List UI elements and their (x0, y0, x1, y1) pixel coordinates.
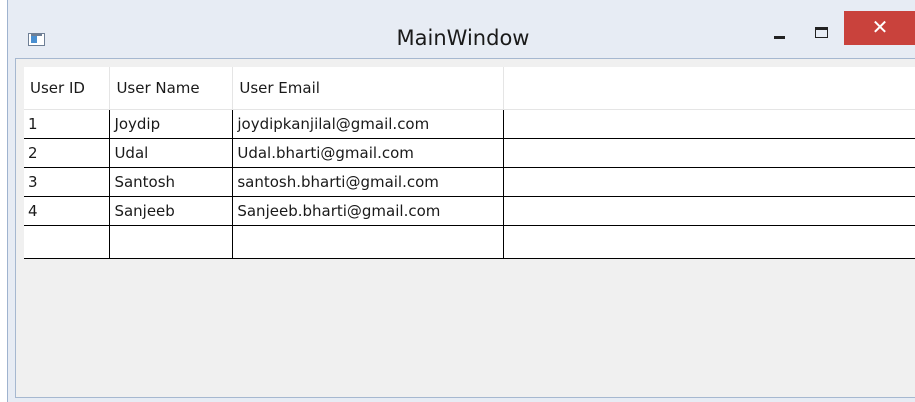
new-item-row[interactable] (24, 224, 915, 259)
grid-header-row: User ID User Name User Email (24, 67, 915, 110)
window-content: User ID User Name User Email 1 Joydip jo… (15, 58, 915, 398)
cell-user-email[interactable] (232, 224, 505, 259)
cell-filler (503, 224, 915, 259)
cell-user-email[interactable]: santosh.bharti@gmail.com (232, 166, 505, 197)
close-button[interactable]: ✕ (844, 11, 915, 45)
minimize-button[interactable] (768, 22, 798, 50)
cell-user-id[interactable]: 4 (24, 195, 111, 226)
column-header-user-email[interactable]: User Email (232, 67, 505, 110)
window-app-icon[interactable] (28, 33, 45, 46)
cell-user-name[interactable]: Sanjeeb (109, 195, 234, 226)
column-header-user-id[interactable]: User ID (24, 67, 111, 110)
window-title: MainWindow (396, 26, 530, 50)
main-window: MainWindow ✕ User ID User Name User Emai… (7, 0, 915, 402)
cell-user-name[interactable]: Udal (109, 137, 234, 168)
cell-user-name[interactable] (109, 224, 234, 259)
title-bar[interactable]: MainWindow ✕ (8, 0, 915, 58)
cell-user-name[interactable]: Santosh (109, 166, 234, 197)
maximize-button[interactable] (808, 22, 838, 50)
cell-user-id[interactable]: 1 (24, 108, 111, 139)
table-row[interactable]: 4 Sanjeeb Sanjeeb.bharti@gmail.com (24, 195, 915, 226)
table-row[interactable]: 1 Joydip joydipkanjilal@gmail.com (24, 108, 915, 139)
cell-user-email[interactable]: Sanjeeb.bharti@gmail.com (232, 195, 505, 226)
cell-user-id[interactable]: 3 (24, 166, 111, 197)
cell-filler (503, 108, 915, 139)
cell-filler (503, 166, 915, 197)
cell-user-email[interactable]: Udal.bharti@gmail.com (232, 137, 505, 168)
table-row[interactable]: 3 Santosh santosh.bharti@gmail.com (24, 166, 915, 197)
cell-user-name[interactable]: Joydip (109, 108, 234, 139)
cell-filler (503, 195, 915, 226)
cell-user-id[interactable]: 2 (24, 137, 111, 168)
column-header-user-name[interactable]: User Name (109, 67, 234, 110)
table-row[interactable]: 2 Udal Udal.bharti@gmail.com (24, 137, 915, 168)
close-icon: ✕ (871, 15, 889, 39)
column-header-filler (503, 67, 915, 110)
cell-user-id[interactable] (24, 224, 111, 259)
cell-user-email[interactable]: joydipkanjilal@gmail.com (232, 108, 505, 139)
users-data-grid[interactable]: User ID User Name User Email 1 Joydip jo… (24, 67, 915, 259)
cell-filler (503, 137, 915, 168)
